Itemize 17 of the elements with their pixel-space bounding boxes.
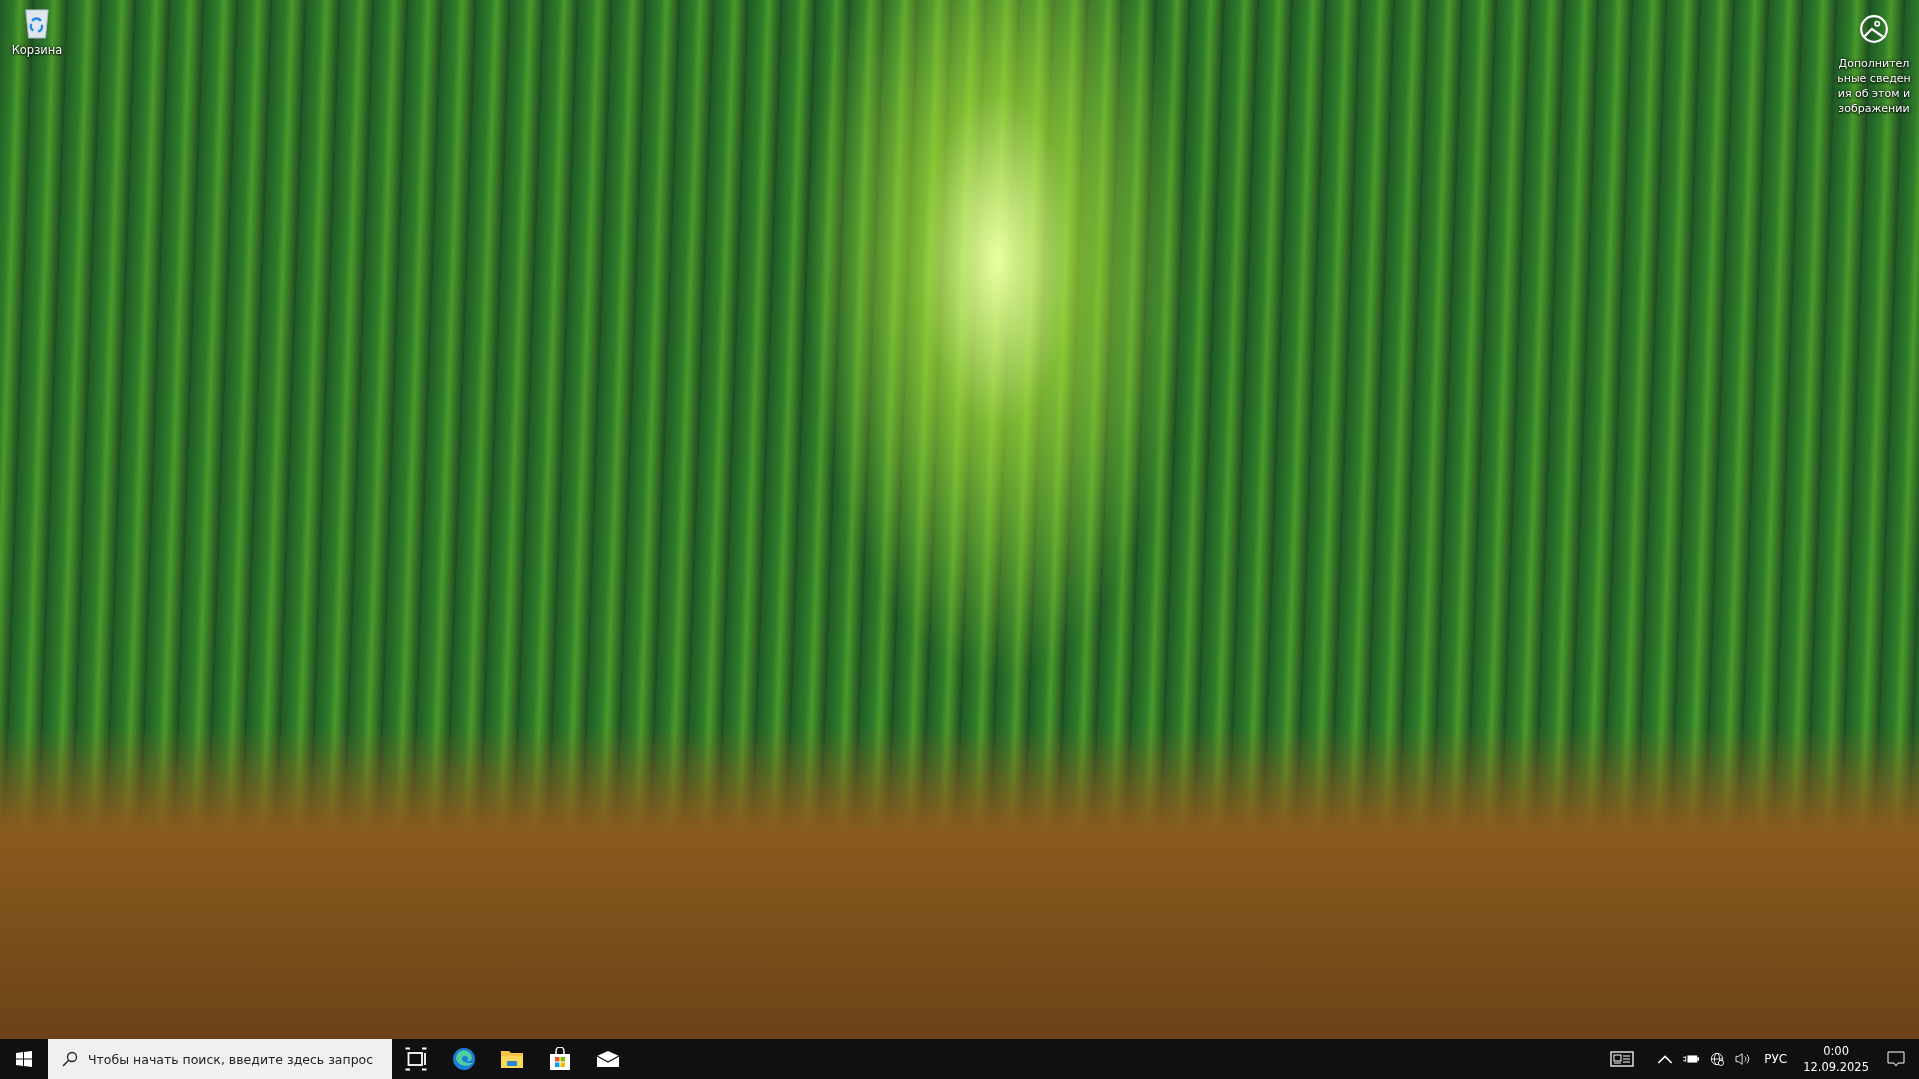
globe-icon[interactable] xyxy=(1709,1052,1726,1066)
clock-date[interactable]: 12.09.2025 xyxy=(1803,1059,1869,1075)
recycle-bin-icon[interactable] xyxy=(22,6,52,40)
language-indicator[interactable]: РУС xyxy=(1764,1052,1788,1066)
picture-icon[interactable] xyxy=(1859,14,1889,44)
speaker-icon[interactable] xyxy=(1735,1052,1752,1066)
task-view-icon[interactable] xyxy=(404,1047,428,1071)
shopping-bag-icon[interactable] xyxy=(548,1047,572,1071)
browser-icon[interactable] xyxy=(452,1047,476,1071)
desktop-icon-label[interactable]: Дополнительные сведения об этом изображении xyxy=(1837,56,1911,116)
battery-icon[interactable] xyxy=(1683,1052,1700,1066)
notifications-icon[interactable] xyxy=(1887,1051,1905,1067)
search-field[interactable]: Чтобы начать поиск, введите здесь запрос xyxy=(48,1039,392,1079)
windows-logo-icon[interactable] xyxy=(16,1051,32,1067)
desktop-icon-label[interactable]: Корзина xyxy=(11,43,63,57)
clock-time[interactable]: 0:00 xyxy=(1823,1043,1849,1059)
news-icon[interactable] xyxy=(1610,1051,1635,1067)
